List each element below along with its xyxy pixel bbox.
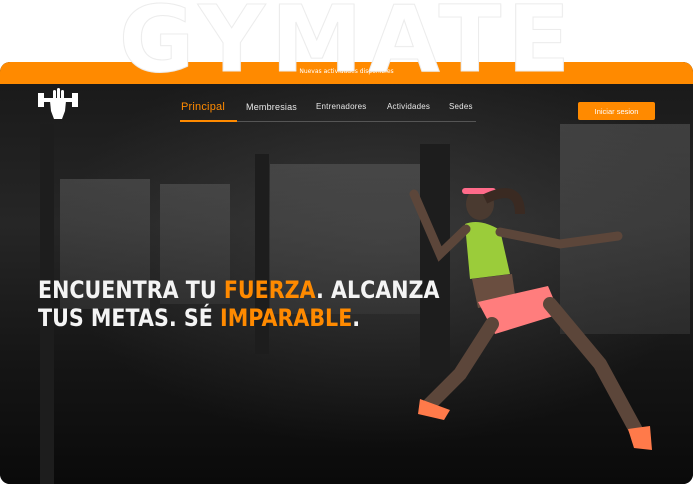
headline-highlight: IMPARABLE [220, 304, 353, 332]
headline-highlight: FUERZA [223, 276, 316, 304]
nav-item-entrenadores[interactable]: Entrenadores [316, 102, 366, 111]
nav-item-principal[interactable]: Principal [181, 101, 225, 113]
nav-item-membresias[interactable]: Membresias [246, 102, 297, 112]
hero-headline: ENCUENTRA TU FUERZA. ALCANZA TUS METAS. … [38, 276, 439, 332]
runner-image [409, 188, 652, 450]
login-button[interactable]: Iniciar sesion [578, 102, 655, 120]
headline-line-2: TUS METAS. SÉ IMPARABLE. [38, 304, 439, 332]
dumbbell-fist-icon[interactable] [38, 87, 78, 121]
headline-text: TUS METAS. SÉ [38, 304, 221, 332]
headline-text: . ALCANZA [315, 276, 440, 304]
nav-active-indicator [180, 120, 237, 122]
nav-item-actividades[interactable]: Actividades [387, 102, 430, 111]
headline-text: ENCUENTRA TU [38, 276, 224, 304]
headline-text: . [352, 304, 361, 332]
page-frame: Nuevas actividades disponibles Principal… [0, 62, 693, 484]
headline-line-1: ENCUENTRA TU FUERZA. ALCANZA [38, 276, 439, 304]
nav-item-sedes[interactable]: Sedes [449, 102, 473, 111]
